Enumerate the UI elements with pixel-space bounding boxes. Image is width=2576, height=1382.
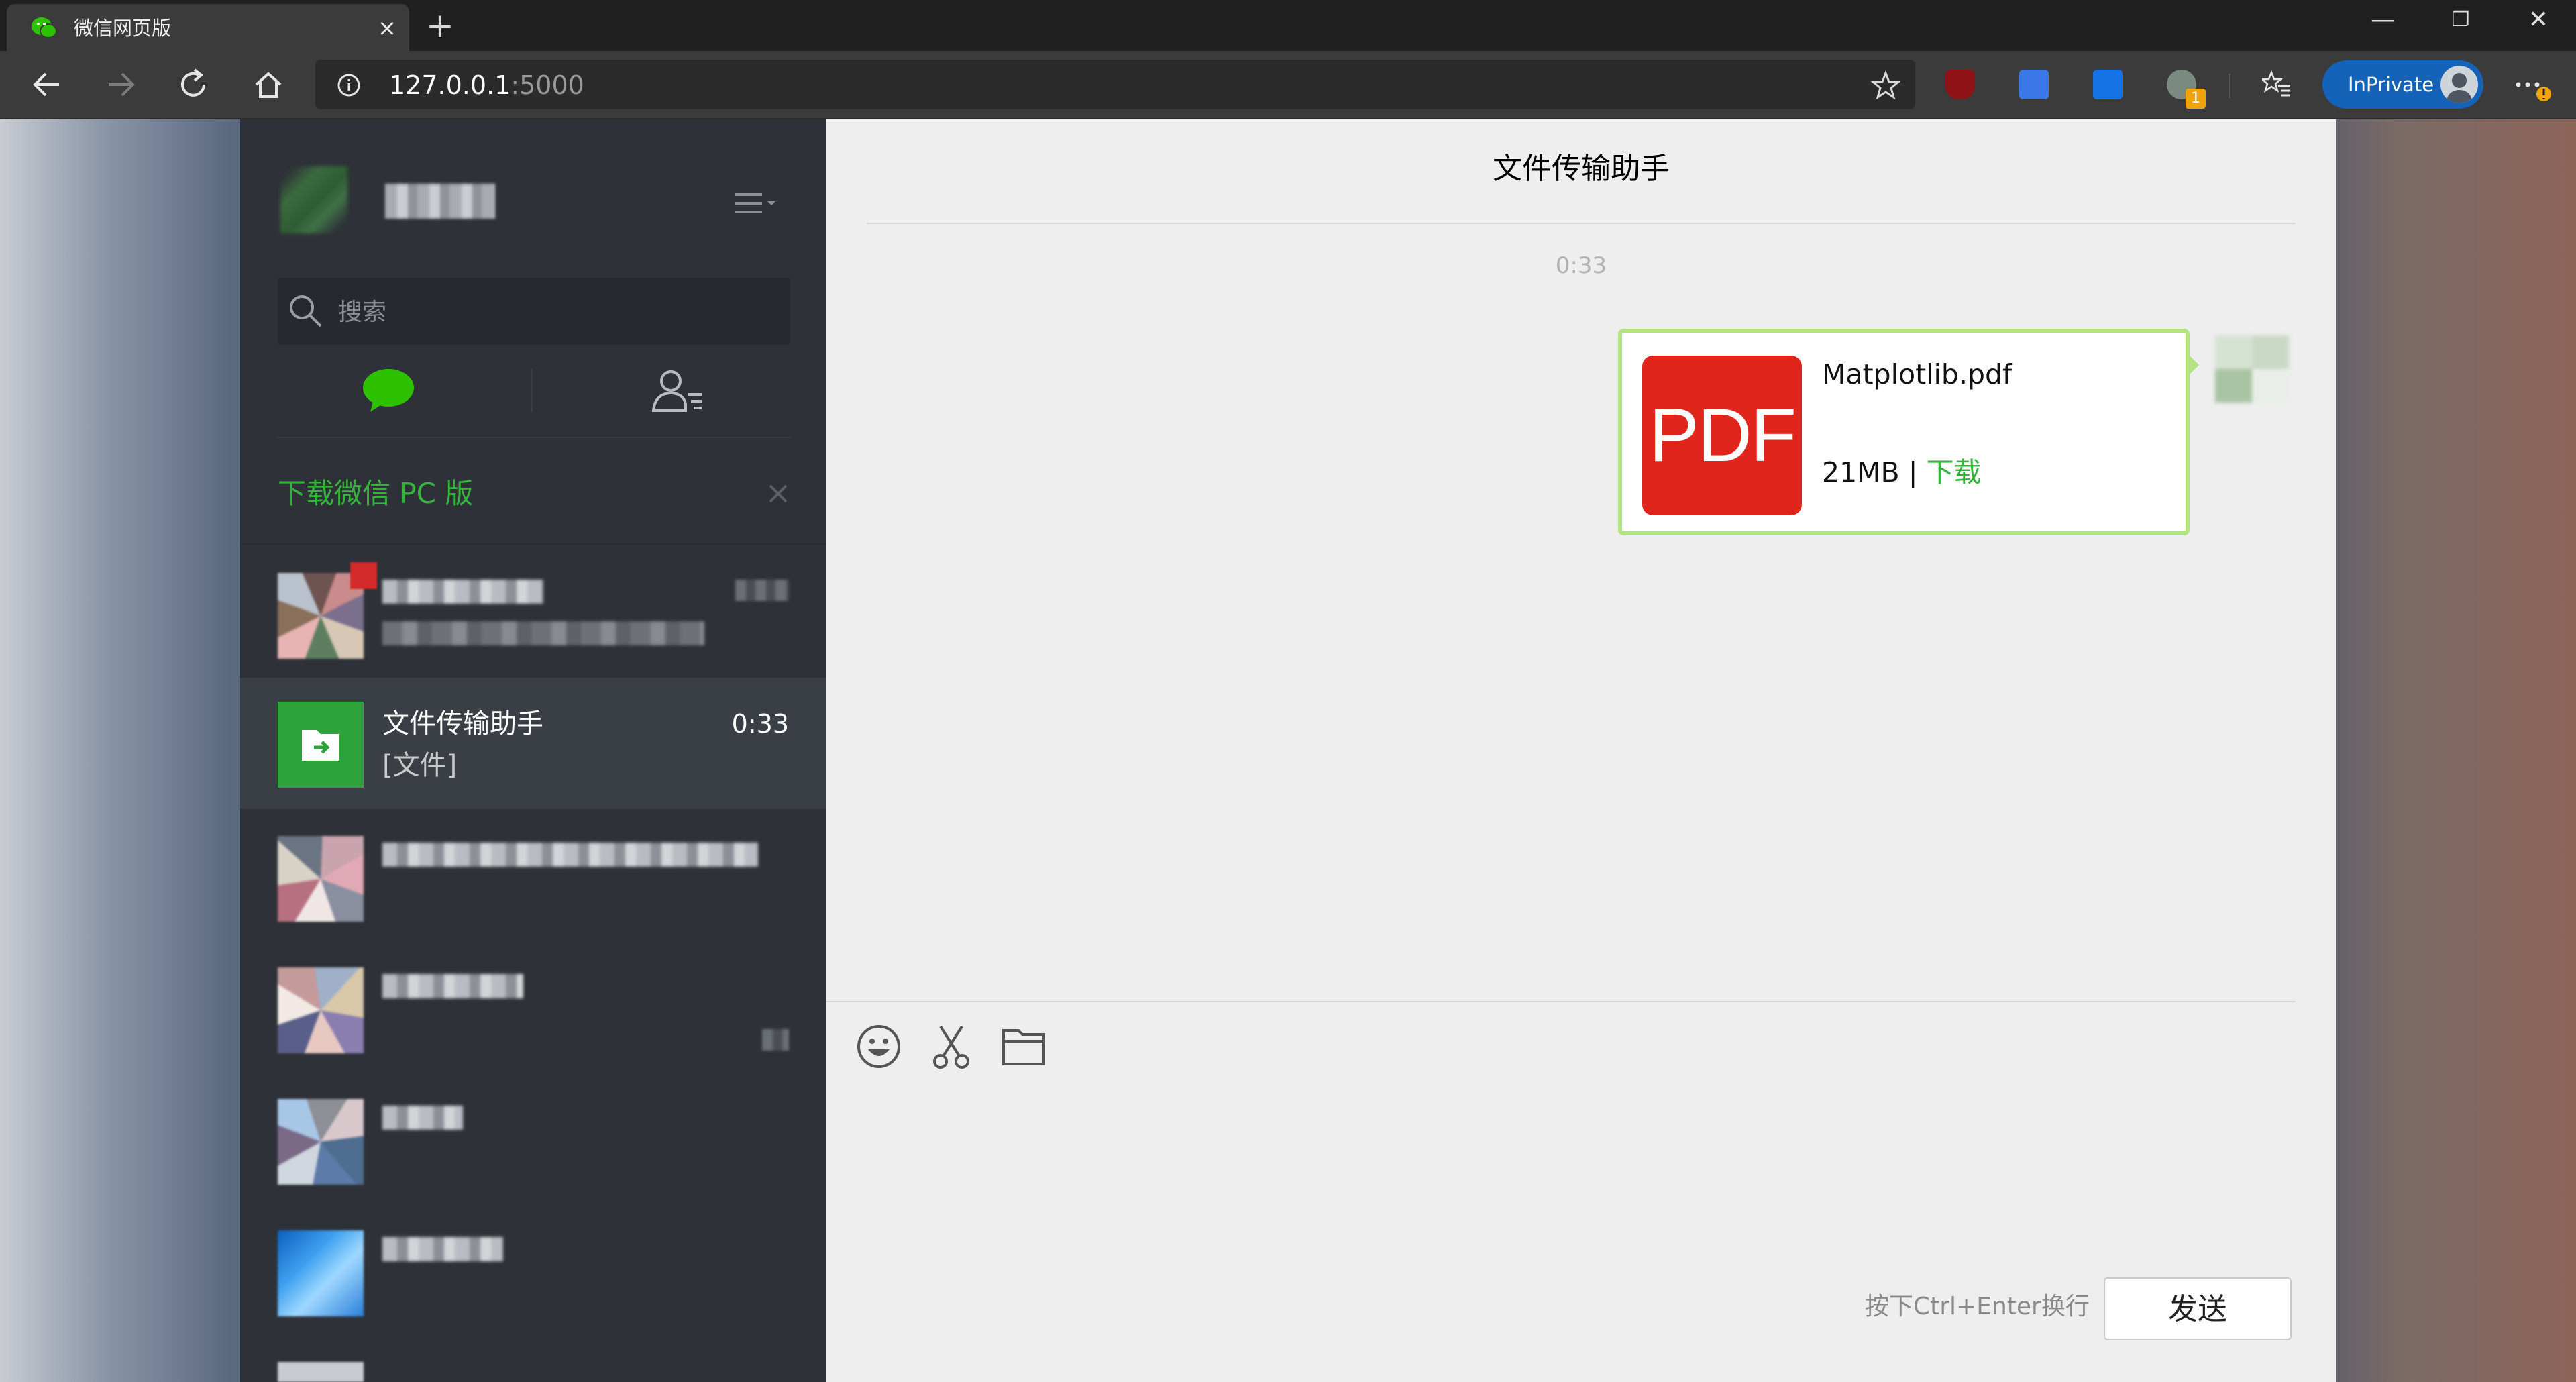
pdf-file-icon: PDF xyxy=(1642,356,1802,515)
back-arrow-icon[interactable] xyxy=(27,66,67,103)
file-meta: 21MB | 下载 xyxy=(1822,454,1982,491)
inprivate-label: InPrivate xyxy=(2348,73,2434,96)
tab-title: 微信网页版 xyxy=(74,17,172,40)
contacts-tab-icon[interactable] xyxy=(649,366,704,415)
chat-list-item[interactable] xyxy=(240,546,826,678)
user-avatar[interactable] xyxy=(280,166,347,233)
chat-name-redacted xyxy=(382,580,543,604)
download-link[interactable]: 下载 xyxy=(1927,456,1982,488)
close-window-button[interactable]: ✕ xyxy=(2500,0,2576,42)
chat-time-redacted xyxy=(762,1029,789,1051)
chat-name-redacted xyxy=(382,843,758,867)
unread-badge xyxy=(350,562,377,589)
bubble-arrow xyxy=(2188,354,2199,376)
chat-time: 0:33 xyxy=(731,709,789,739)
browser-tab[interactable]: 微信网页版 × xyxy=(7,4,409,51)
input-divider xyxy=(826,1001,2296,1002)
chat-list-item[interactable] xyxy=(240,1335,826,1382)
newline-hint: 按下Ctrl+Enter换行 xyxy=(1865,1293,2090,1320)
inprivate-button[interactable]: InPrivate xyxy=(2322,60,2483,109)
file-transfer-icon xyxy=(278,702,364,788)
chat-name: 文件传输助手 xyxy=(382,708,543,739)
chat-list-item[interactable] xyxy=(240,941,826,1072)
extension-badge: 1 xyxy=(2186,89,2206,109)
file-message-bubble[interactable]: PDF Matplotlib.pdf 21MB | 下载 xyxy=(1618,329,2190,535)
home-icon[interactable] xyxy=(248,66,288,103)
avatar xyxy=(278,1230,364,1316)
chat-list-item-file-helper[interactable]: 文件传输助手 [文件] 0:33 xyxy=(240,678,826,809)
close-icon[interactable] xyxy=(762,478,794,510)
profile-avatar xyxy=(2440,66,2478,103)
forward-arrow-icon[interactable] xyxy=(101,66,141,103)
download-pc-banner[interactable]: 下载微信 PC 版 xyxy=(278,475,473,513)
send-button[interactable]: 发送 xyxy=(2104,1277,2292,1340)
site-info-icon[interactable] xyxy=(337,73,361,97)
folder-icon[interactable] xyxy=(998,1021,1049,1072)
chat-title: 文件传输助手 xyxy=(1493,152,1670,186)
self-avatar[interactable] xyxy=(2215,335,2289,403)
address-text[interactable]: 127.0.0.1:5000 xyxy=(389,72,584,99)
chat-list-item[interactable] xyxy=(240,1204,826,1335)
avatar xyxy=(278,1362,364,1382)
chat-tab-icon[interactable] xyxy=(361,366,416,415)
avatar xyxy=(278,836,364,922)
refresh-icon[interactable] xyxy=(174,66,215,103)
search-input[interactable] xyxy=(337,293,769,331)
nav-divider xyxy=(531,369,533,412)
user-name-redacted xyxy=(385,184,495,219)
translate-extension-icon[interactable] xyxy=(2019,70,2049,99)
ublock-extension-icon[interactable] xyxy=(1945,70,1975,99)
search-box[interactable] xyxy=(278,278,790,345)
message-timestamp: 0:33 xyxy=(1555,252,1607,279)
address-bar[interactable]: 127.0.0.1:5000 xyxy=(315,60,1915,109)
toolbar-separator xyxy=(2229,74,2230,98)
favorites-list-icon[interactable] xyxy=(2262,70,2292,99)
file-meta-separator: | xyxy=(1899,456,1927,488)
chat-preview-redacted xyxy=(382,621,704,645)
tab-close-icon[interactable]: × xyxy=(373,14,401,42)
chat-preview: [文件] xyxy=(382,750,458,781)
chat-panel: 文件传输助手 0:33 PDF Matplotlib.pdf 21MB | 下载 xyxy=(826,119,2336,1382)
banner-divider xyxy=(240,543,826,545)
skype-extension-icon[interactable] xyxy=(2093,70,2123,99)
avatar xyxy=(278,1099,364,1185)
emoji-icon[interactable] xyxy=(853,1021,904,1072)
chat-list-item[interactable] xyxy=(240,809,826,941)
file-name: Matplotlib.pdf xyxy=(1822,358,2012,390)
wechat-favicon-icon xyxy=(32,17,57,38)
avatar xyxy=(278,967,364,1053)
new-tab-button[interactable]: + xyxy=(421,8,459,43)
sidebar: 下载微信 PC 版 文件传输助手 xyxy=(240,119,826,1382)
search-icon xyxy=(290,295,322,327)
chat-list-item[interactable] xyxy=(240,1072,826,1204)
browser-tab-bar: 微信网页版 × + — ❐ ✕ xyxy=(0,0,2576,51)
minimize-button[interactable]: — xyxy=(2344,0,2422,42)
restore-button[interactable]: ❐ xyxy=(2422,0,2500,42)
file-size: 21MB xyxy=(1822,456,1900,488)
page-background: 下载微信 PC 版 文件传输助手 xyxy=(0,119,2576,1382)
nav-underline xyxy=(278,437,790,438)
title-divider xyxy=(867,223,2296,224)
browser-toolbar: 127.0.0.1:5000 1 InPrivate xyxy=(0,51,2576,119)
screenshot-scissors-icon[interactable] xyxy=(926,1021,977,1072)
menu-icon[interactable] xyxy=(730,187,784,220)
chat-name-redacted xyxy=(382,1237,503,1261)
more-options-icon[interactable] xyxy=(2509,67,2560,103)
wechat-web-app: 下载微信 PC 版 文件传输助手 xyxy=(240,119,2336,1382)
favorite-star-icon[interactable] xyxy=(1871,70,1900,100)
chat-name-redacted xyxy=(382,974,523,998)
chat-time-redacted xyxy=(735,580,789,601)
chat-name-redacted xyxy=(382,1106,463,1130)
